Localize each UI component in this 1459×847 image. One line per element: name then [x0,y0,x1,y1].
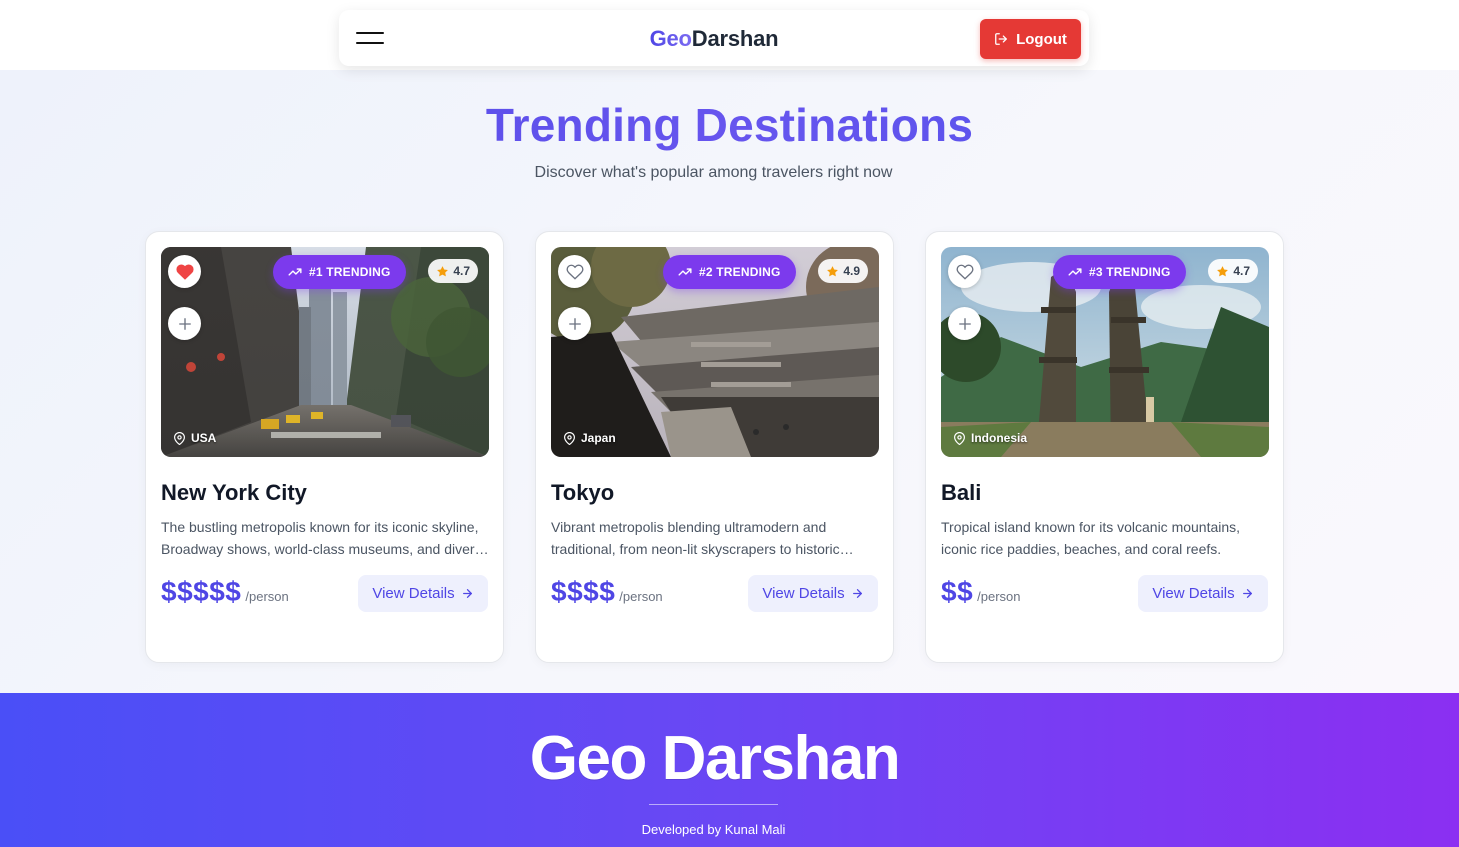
price: $$ /person [941,576,1021,608]
location-country: USA [191,431,217,445]
destination-name: Bali [941,480,982,505]
price-level: $$$$$ [161,576,242,607]
trending-up-icon [288,268,302,276]
trending-badge-label: #3 TRENDING [1089,265,1171,279]
view-details-label: View Details [762,585,845,602]
heart-icon [566,264,583,280]
trending-badge: #3 TRENDING [1053,255,1186,289]
view-details-button[interactable]: View Details [1138,575,1268,612]
star-icon [1217,265,1229,276]
brand-logo[interactable]: GeoDarshan [339,26,1089,52]
location-country: Indonesia [971,431,1028,445]
destination-name: New York City [161,480,307,505]
star-icon [437,265,449,276]
heart-icon [175,263,194,280]
logout-label: Logout [1016,30,1067,48]
price-unit: /person [619,589,663,604]
price-unit: /person [245,589,289,604]
destination-image[interactable]: #2 TRENDING 4.9 Japan [551,247,879,457]
star-icon [827,265,839,276]
trending-badge-label: #2 TRENDING [699,265,781,279]
location-label: USA [173,431,216,445]
footer-divider [649,804,778,805]
top-navbar: GeoDarshan Logout [339,10,1089,66]
arrow-right-icon [1242,589,1252,598]
destination-description: Tropical island known for its volcanic m… [941,519,1241,557]
map-pin-icon [564,431,575,445]
price: $$$$$ /person [161,576,289,608]
plus-icon [958,317,971,330]
favorite-button[interactable] [168,255,201,288]
rating-badge: 4.7 [428,259,478,283]
brand-geo: Geo [649,26,692,51]
arrow-right-icon [462,589,472,598]
view-details-label: View Details [372,585,455,602]
map-pin-icon [174,431,185,445]
page-title: Trending Destinations [0,98,1459,152]
rating-value: 4.9 [843,264,860,278]
plus-icon [568,317,581,330]
destination-image[interactable]: #3 TRENDING 4.7 Indonesia [941,247,1269,457]
price-level: $$ [941,576,974,607]
map-pin-icon [954,431,965,445]
heart-icon [956,264,973,280]
destination-card[interactable]: #3 TRENDING 4.7 Indonesia Bali Tropical … [925,231,1284,663]
destination-card[interactable]: #2 TRENDING 4.9 Japan Tokyo Vibrant metr… [535,231,894,663]
trending-up-icon [1068,268,1082,276]
view-details-button[interactable]: View Details [748,575,878,612]
location-label: Indonesia [953,431,1027,445]
price: $$$$ /person [551,576,663,608]
destination-card[interactable]: #1 TRENDING 4.7 USA New York City The bu… [145,231,504,663]
destination-image[interactable]: #1 TRENDING 4.7 USA [161,247,489,457]
favorite-button[interactable] [948,255,981,288]
footer-credit: Developed by Kunal Mali [641,822,786,837]
brand-darshan: Darshan [691,26,779,51]
rating-badge: 4.7 [1208,259,1258,283]
view-details-label: View Details [1152,585,1235,602]
logout-icon [995,33,1007,45]
location-country: Japan [581,431,616,445]
add-to-list-button[interactable] [558,307,591,340]
rating-badge: 4.9 [818,259,868,283]
page-subtitle: Discover what's popular among travelers … [534,164,893,181]
arrow-right-icon [852,589,862,598]
rating-value: 4.7 [1233,264,1250,278]
trending-up-icon [678,268,692,276]
plus-icon [178,317,191,330]
footer-brand: Geo Darshan [529,724,901,793]
trending-badge: #1 TRENDING [273,255,406,289]
location-label: Japan [563,431,616,445]
destination-description: The bustling metropolis known for its ic… [161,519,490,557]
price-unit: /person [977,589,1021,604]
price-level: $$$$ [551,576,616,607]
favorite-button[interactable] [558,255,591,288]
trending-badge-label: #1 TRENDING [309,265,391,279]
view-details-button[interactable]: View Details [358,575,488,612]
destination-description: Vibrant metropolis blending ultramodern … [551,519,840,557]
add-to-list-button[interactable] [168,307,201,340]
destination-name: Tokyo [551,480,615,505]
rating-value: 4.7 [453,264,470,278]
footer: Geo Darshan Developed by Kunal Mali [0,693,1459,847]
logout-button[interactable]: Logout [980,19,1081,59]
trending-badge: #2 TRENDING [663,255,796,289]
add-to-list-button[interactable] [948,307,981,340]
